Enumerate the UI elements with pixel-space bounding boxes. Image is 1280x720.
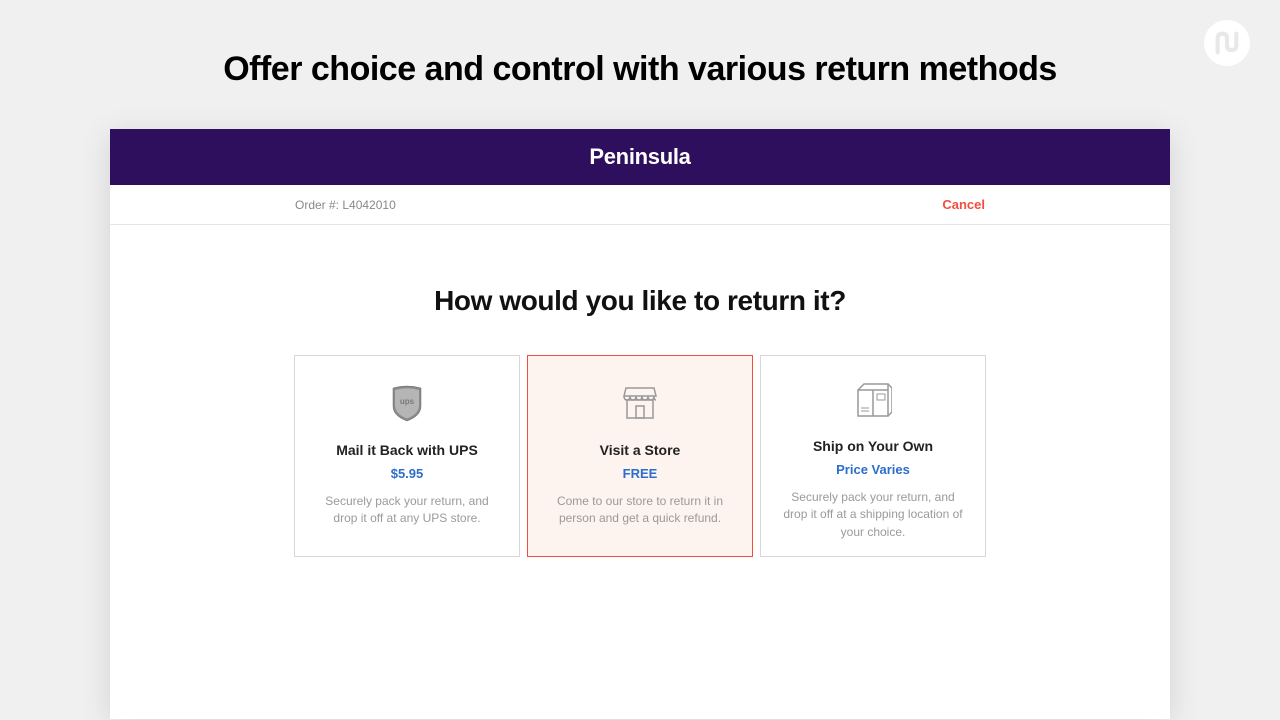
shipping-box-icon xyxy=(852,382,894,420)
option-price: Price Varies xyxy=(836,462,910,477)
option-desc: Come to our store to return it in person… xyxy=(546,493,734,528)
app-header: Peninsula xyxy=(110,129,1170,185)
option-desc: Securely pack your return, and drop it o… xyxy=(313,493,501,528)
option-title: Ship on Your Own xyxy=(813,438,933,454)
n-glyph-icon xyxy=(1213,29,1241,57)
page-heading: Offer choice and control with various re… xyxy=(0,0,1280,129)
return-options: ups Mail it Back with UPS $5.95 Securely… xyxy=(150,355,1130,557)
content-area: How would you like to return it? ups Mai… xyxy=(110,225,1170,557)
brand-logo-badge xyxy=(1204,20,1250,66)
option-price: FREE xyxy=(623,466,658,481)
order-number: Order #: L4042010 xyxy=(295,198,396,212)
option-desc: Securely pack your return, and drop it o… xyxy=(779,489,967,541)
option-title: Mail it Back with UPS xyxy=(336,442,478,458)
order-bar: Order #: L4042010 Cancel xyxy=(110,185,1170,225)
option-card-ups[interactable]: ups Mail it Back with UPS $5.95 Securely… xyxy=(294,355,520,557)
ups-shield-icon: ups xyxy=(386,382,428,424)
option-title: Visit a Store xyxy=(600,442,681,458)
cancel-button[interactable]: Cancel xyxy=(942,197,985,212)
option-card-own[interactable]: Ship on Your Own Price Varies Securely p… xyxy=(760,355,986,557)
brand-name: Peninsula xyxy=(589,144,690,170)
svg-text:ups: ups xyxy=(400,397,415,406)
storefront-icon xyxy=(619,382,661,424)
option-card-store[interactable]: Visit a Store FREE Come to our store to … xyxy=(527,355,753,557)
return-question: How would you like to return it? xyxy=(150,285,1130,317)
option-price: $5.95 xyxy=(391,466,424,481)
app-window: Peninsula Order #: L4042010 Cancel How w… xyxy=(110,129,1170,719)
